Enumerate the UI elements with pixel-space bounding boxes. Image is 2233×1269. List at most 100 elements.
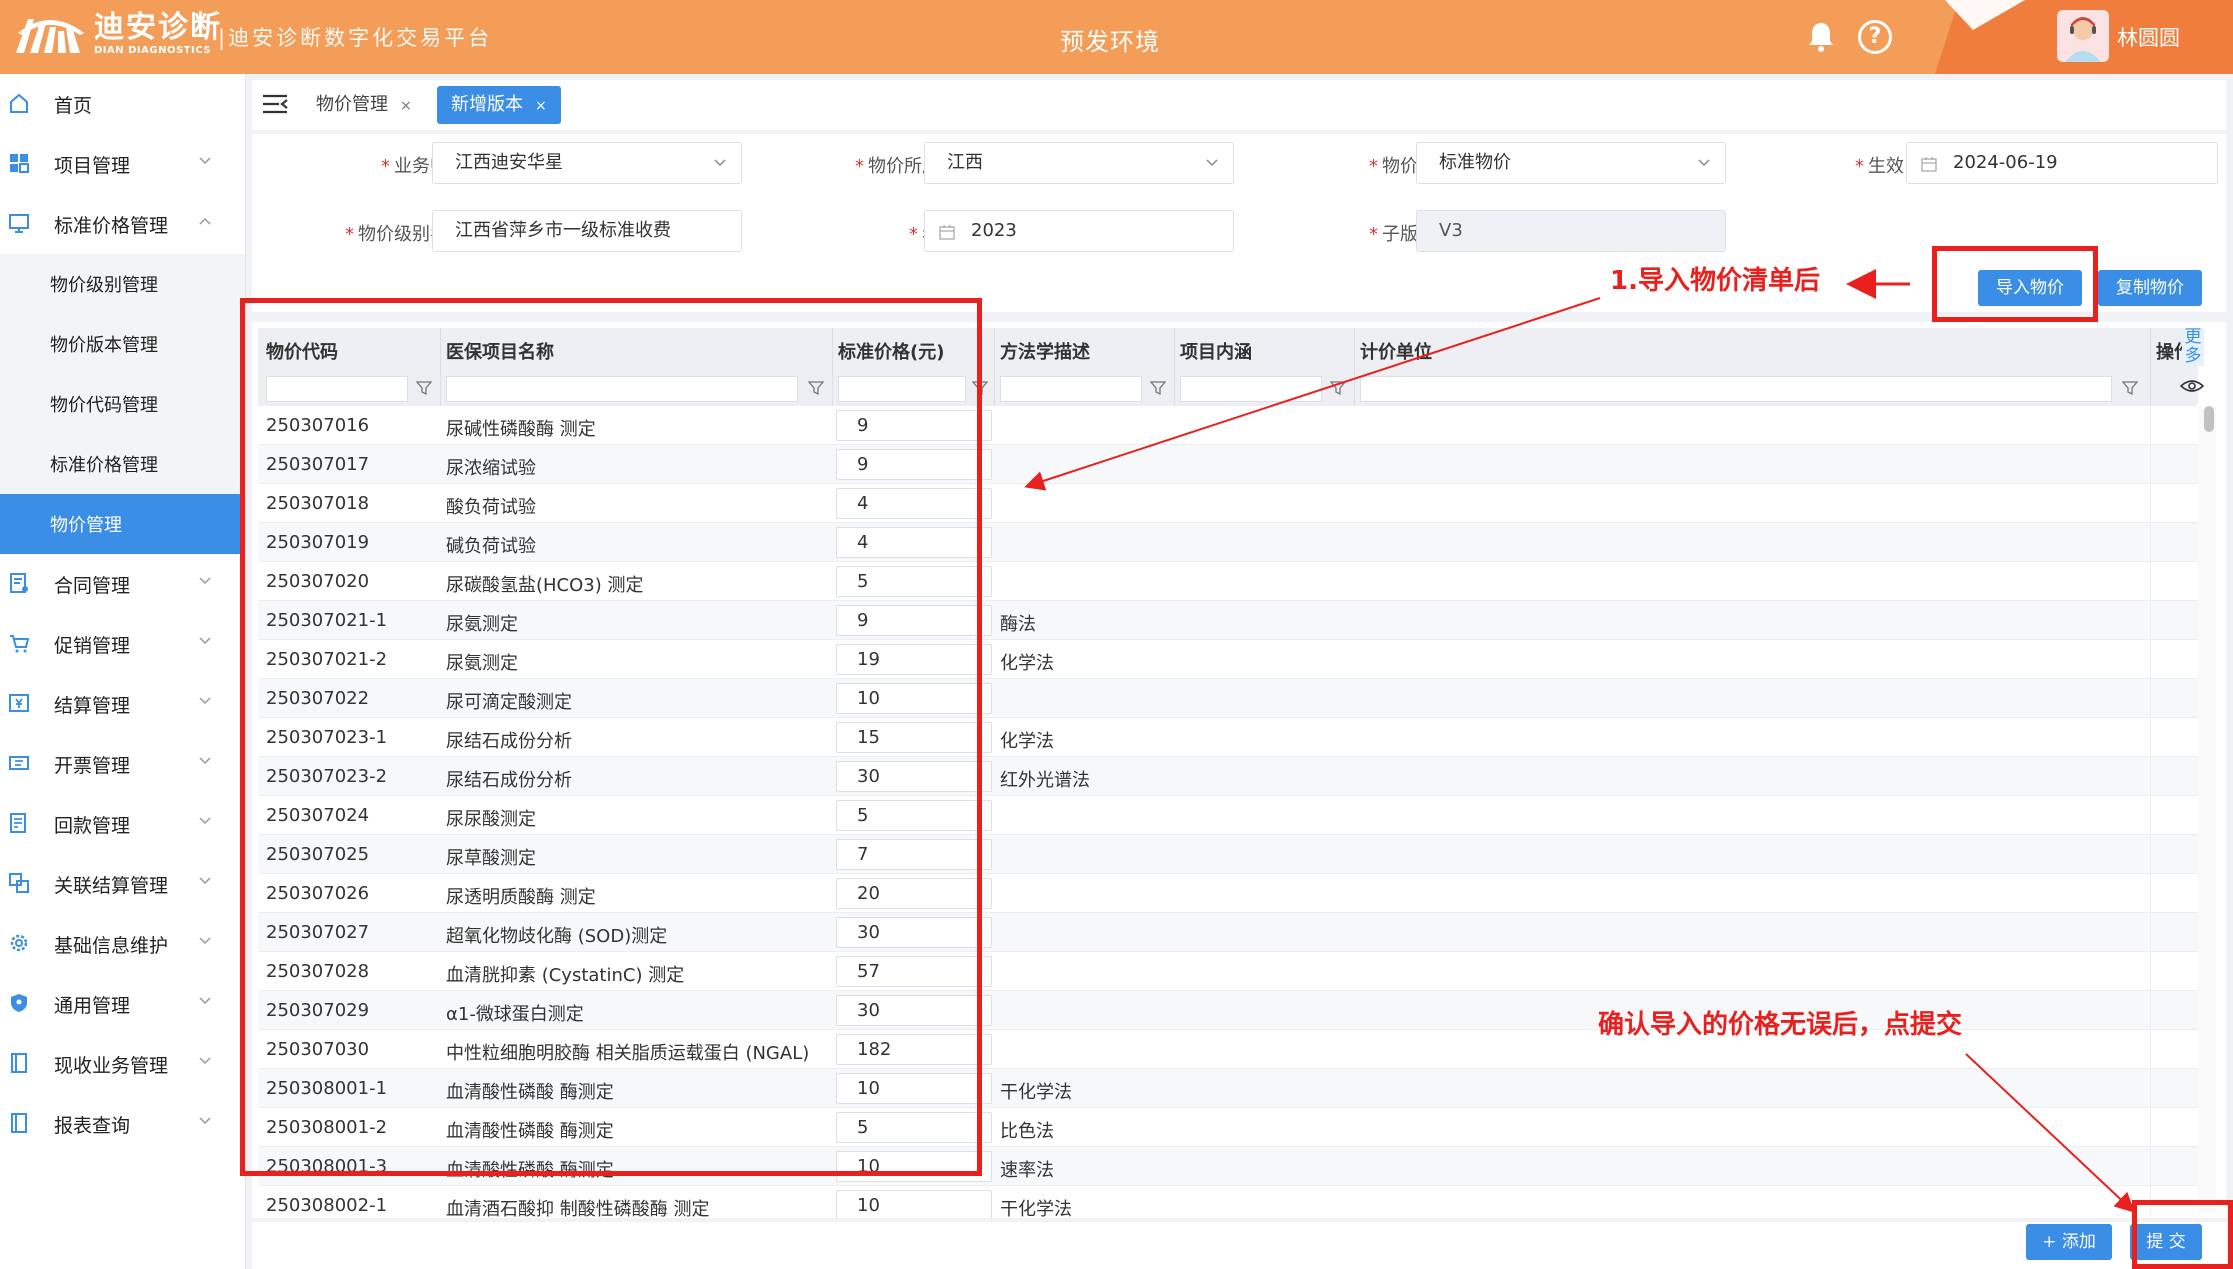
column-header-connotation[interactable]: 项目内涵 [1180,338,1252,364]
contract-icon [10,573,28,593]
username[interactable]: 林圆圆 [2117,22,2180,52]
sidebar-item-label: 促销管理 [54,634,131,657]
chevron-down-icon [714,159,726,167]
required-mark: * [1369,156,1378,177]
yen-icon [9,694,29,712]
sidebar-item-label: 报表查询 [54,1114,131,1137]
table-row[interactable]: 250308002-1 血清酒石酸抑 制酸性磷酸酶 测定 10 干化学法 [258,1186,2198,1218]
sidebar-item-related-settlement[interactable]: 关联结算管理 [0,854,245,914]
chevron-down-icon [199,937,211,945]
annotation-box-submit [2132,1200,2233,1269]
logo-chinese-text: 迪安诊断 [94,10,222,45]
sidebar-item-label: 合同管理 [54,574,131,597]
help-icon[interactable]: ? [1858,20,1892,54]
scrollbar-thumb[interactable] [2204,406,2214,432]
chevron-down-icon [199,697,211,705]
required-mark: * [909,224,918,245]
sidebar-item-projects[interactable]: 项目管理 [0,134,245,194]
sidebar-item-standard-price-sub[interactable]: 标准价格管理 [0,434,245,494]
tab-new-version[interactable]: 新增版本 × [437,86,561,124]
cell-method: 速率法 [1000,1160,1054,1181]
more-columns-button[interactable]: 更多 [2182,328,2204,366]
sidebar-item-general[interactable]: 通用管理 [0,974,245,1034]
row-divider [2150,991,2151,1030]
close-icon[interactable]: × [400,98,412,114]
close-icon[interactable]: × [535,98,547,114]
add-row-button[interactable]: + 添加 [2026,1224,2112,1260]
sidebar-item-price-version[interactable]: 物价版本管理 [0,314,245,374]
sidebar-item-label: 关联结算管理 [54,874,169,897]
bell-icon[interactable] [1804,20,1838,54]
sidebar-item-contract[interactable]: 合同管理 [0,554,245,614]
column-divider [2150,328,2151,406]
cell-method: 干化学法 [1000,1199,1072,1218]
year-picker[interactable]: 2023 [924,210,1234,252]
required-mark: * [1369,224,1378,245]
vertical-scrollbar[interactable] [2198,406,2216,1212]
sidebar-item-label: 项目管理 [54,154,131,177]
annotation-step1-text: 1.导入物价清单后 [1610,266,1820,296]
filter-icon[interactable] [1330,380,1346,396]
tab-bar: 物价管理 × 新增版本 × [252,80,2226,130]
filter-icon[interactable] [1150,380,1166,396]
sidebar-item-label: 回款管理 [54,814,131,837]
input-value: V3 [1439,220,1463,241]
level-name-input[interactable]: 江西省萍乡市一级标准收费 [432,210,742,252]
column-header-actions: 操作 [2156,342,2184,363]
filter-input-unit[interactable] [1360,376,2112,402]
chevron-down-icon [199,577,211,585]
row-divider [2150,562,2151,601]
row-divider [2150,874,2151,913]
home-icon [10,93,28,113]
logo-english-text: DIAN DIAGNOSTICS [94,45,211,56]
top-header: 迪安诊断 DIAN DIAGNOSTICS |迪安诊断数字化交易平台 预发环境 … [0,0,2233,74]
price-type-select[interactable]: 标准物价 [1416,142,1726,184]
sidebar-item-invoice[interactable]: 开票管理 [0,734,245,794]
price-input[interactable]: 10 [836,1190,992,1218]
sidebar-item-standard-price[interactable]: 标准价格管理 [0,194,245,254]
sidebar-item-price-level[interactable]: 物价级别管理 [0,254,245,314]
filter-input-connotation[interactable] [1180,376,1322,402]
eye-icon[interactable] [2180,378,2204,394]
sidebar-item-label: 现收业务管理 [54,1054,169,1077]
column-header-method[interactable]: 方法学描述 [1000,338,1090,364]
calendar-icon [939,225,955,240]
column-divider [1174,328,1175,406]
sidebar-item-cash-business[interactable]: 现收业务管理 [0,1034,245,1094]
row-divider [2150,835,2151,874]
shield-icon [11,994,27,1012]
sidebar-item-promotion[interactable]: 促销管理 [0,614,245,674]
sidebar-item-basic-info[interactable]: 基础信息维护 [0,914,245,974]
brand-logo[interactable]: 迪安诊断 DIAN DIAGNOSTICS [14,12,222,58]
filter-icon[interactable] [2122,380,2138,396]
row-divider [2150,640,2151,679]
price-region-select[interactable]: 江西 [924,142,1234,184]
cell-price-code: 250308002-1 [266,1195,388,1216]
sidebar-item-payment[interactable]: 回款管理 [0,794,245,854]
sidebar-item-reports[interactable]: 报表查询 [0,1094,245,1154]
cell-method: 酶法 [1000,614,1036,635]
filter-input-method[interactable] [1000,376,1142,402]
sidebar-item-home[interactable]: 首页 [0,74,245,134]
menu-collapse-icon[interactable] [262,93,288,115]
effective-date-picker[interactable]: 2024-06-19 [1906,142,2218,184]
tab-price-management[interactable]: 物价管理 × [302,86,426,124]
sidebar-item-price-code[interactable]: 物价代码管理 [0,374,245,434]
sidebar-item-price-management[interactable]: 物价管理 [0,494,245,554]
avatar[interactable] [2057,10,2109,62]
row-divider [2150,1069,2151,1108]
column-divider [994,328,995,406]
cell-method: 红外光谱法 [1000,770,1090,791]
version-form: *业务归属 江西迪安华星 *物价所属地 江西 *物价类型 标准物价 *生效日期 … [252,134,2226,312]
row-divider [2150,406,2151,445]
row-divider [2150,523,2151,562]
sidebar-item-label: 开票管理 [54,754,131,777]
cell-method: 化学法 [1000,731,1054,752]
row-divider [2150,952,2151,991]
grid-icon [10,154,29,173]
business-owner-select[interactable]: 江西迪安华星 [432,142,742,184]
column-header-unit[interactable]: 计价单位 [1360,338,1432,364]
copy-price-button[interactable]: 复制物价 [2098,270,2202,306]
chevron-down-icon [199,637,211,645]
sidebar-item-settlement[interactable]: 结算管理 [0,674,245,734]
